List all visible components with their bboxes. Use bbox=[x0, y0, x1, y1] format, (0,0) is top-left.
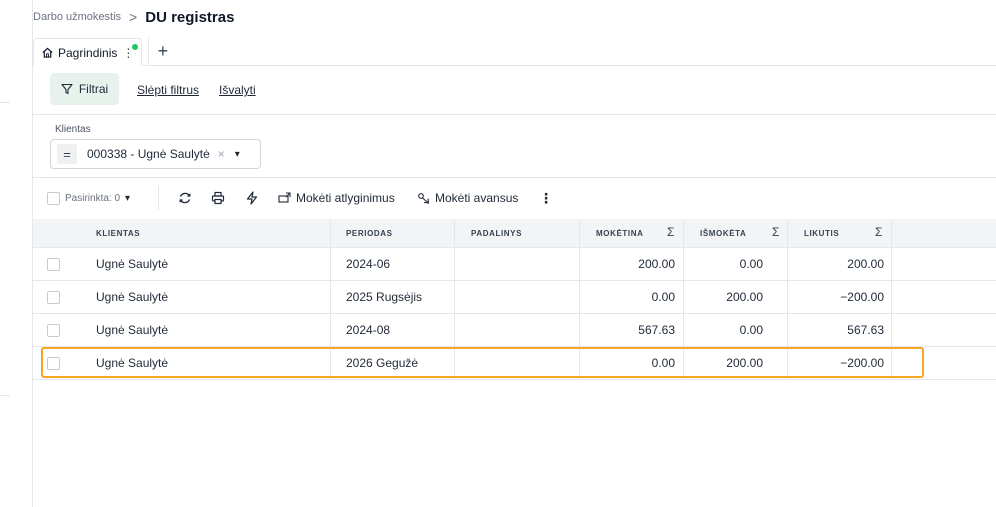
table-row[interactable]: Ugnė Saulytė 2026 Gegužė 0.00 200.00 −20… bbox=[33, 347, 996, 380]
sum-icon[interactable]: Σ bbox=[772, 225, 779, 239]
filter-bar: Filtrai Slėpti filtrus Išvalyti bbox=[33, 66, 996, 115]
table-row[interactable]: Ugnė Saulytė 2024-06 200.00 0.00 200.00 bbox=[33, 248, 996, 281]
cell-paid: 0.00 bbox=[739, 323, 763, 337]
selected-count: Pasirinkta: 0 bbox=[65, 192, 121, 204]
cell-payable: 0.00 bbox=[651, 356, 675, 370]
client-filter-field[interactable]: = 000338 - Ugnė Saulytė × ▾ bbox=[50, 139, 261, 169]
cell-payable: 567.63 bbox=[638, 323, 675, 337]
cell-client: Ugnė Saulytė bbox=[96, 257, 169, 271]
client-filter-label: Klientas bbox=[55, 124, 91, 135]
toolbar-divider bbox=[158, 186, 159, 210]
client-filter-value: 000338 - Ugnė Saulytė bbox=[87, 147, 210, 161]
select-all-checkbox[interactable] bbox=[47, 191, 60, 205]
cell-period: 2026 Gegužė bbox=[346, 356, 419, 370]
breadcrumb-separator: > bbox=[129, 9, 138, 25]
cell-balance: −200.00 bbox=[840, 290, 884, 304]
cell-paid: 0.00 bbox=[739, 257, 763, 271]
tab-status-dot bbox=[132, 44, 139, 50]
filters-button[interactable]: Filtrai bbox=[50, 73, 119, 105]
hide-filters-link[interactable]: Slėpti filtrus bbox=[137, 83, 199, 97]
tab-pagrindinis[interactable]: Pagrindinis ⋮ bbox=[33, 38, 143, 66]
breadcrumb-parent-link[interactable]: Darbo užmokestis bbox=[33, 11, 121, 23]
table-row[interactable]: Ugnė Saulytė 2024-08 567.63 0.00 567.63 bbox=[33, 314, 996, 347]
cell-client: Ugnė Saulytė bbox=[96, 323, 169, 337]
filters-button-label: Filtrai bbox=[78, 82, 109, 96]
print-button[interactable] bbox=[211, 186, 225, 210]
column-header-period[interactable]: PERIODAS bbox=[346, 219, 393, 247]
pay-advance-label: Mokėti avansus bbox=[435, 191, 519, 205]
quick-action-button[interactable] bbox=[245, 186, 259, 210]
cell-payable: 0.00 bbox=[651, 290, 675, 304]
clear-value-icon[interactable]: × bbox=[218, 147, 225, 161]
divider bbox=[33, 177, 996, 178]
pay-advance-button[interactable]: Mokėti avansus bbox=[417, 186, 518, 210]
cell-paid: 200.00 bbox=[726, 290, 763, 304]
tab-bar: Pagrindinis ⋮ + bbox=[33, 37, 996, 66]
column-header-paid[interactable]: IŠMOKĖTA bbox=[700, 219, 746, 247]
cell-period: 2025 Rugsėjis bbox=[346, 290, 423, 304]
app-page: Darbo užmokestis > DU registras Pagrindi… bbox=[0, 0, 996, 507]
cell-client: Ugnė Saulytė bbox=[96, 290, 169, 304]
printer-icon bbox=[211, 191, 225, 205]
select-all-dropdown[interactable]: Pasirinkta: 0 ▾ bbox=[47, 186, 130, 210]
cell-period: 2024-06 bbox=[346, 257, 391, 271]
chevron-down-icon: ▾ bbox=[125, 192, 131, 204]
chevron-down-icon[interactable]: ▾ bbox=[235, 149, 240, 160]
table-header: KLIENTAS PERIODAS PADALINYS MOKĖTINA Σ I… bbox=[33, 219, 996, 248]
operator-equals-button[interactable]: = bbox=[57, 144, 77, 164]
cell-balance: 567.63 bbox=[847, 323, 884, 337]
more-actions-icon[interactable]: ⋮ bbox=[539, 186, 553, 210]
column-header-payable[interactable]: MOKĖTINA bbox=[596, 219, 643, 247]
pay-salary-label: Mokėti atlyginimus bbox=[296, 191, 395, 205]
page-title: DU registras bbox=[145, 8, 235, 26]
sum-icon[interactable]: Σ bbox=[667, 225, 674, 239]
tab-label: Pagrindinis bbox=[58, 45, 118, 60]
row-checkbox[interactable] bbox=[47, 323, 60, 337]
refresh-button[interactable] bbox=[178, 186, 192, 210]
clear-filters-link[interactable]: Išvalyti bbox=[219, 83, 256, 97]
cell-balance: −200.00 bbox=[840, 356, 884, 370]
cell-paid: 200.00 bbox=[726, 356, 763, 370]
cell-client: Ugnė Saulytė bbox=[96, 356, 169, 370]
pay-salary-button[interactable]: Mokėti atlyginimus bbox=[278, 186, 395, 210]
sum-icon[interactable]: Σ bbox=[875, 225, 882, 239]
table-toolbar: Pasirinkta: 0 ▾ Mokėti atlyginimus Mokėt… bbox=[33, 186, 996, 210]
filter-icon bbox=[61, 83, 73, 95]
cell-payable: 200.00 bbox=[638, 257, 675, 271]
row-checkbox[interactable] bbox=[47, 356, 60, 370]
column-header-client[interactable]: KLIENTAS bbox=[96, 219, 140, 247]
row-checkbox[interactable] bbox=[47, 257, 60, 271]
row-checkbox[interactable] bbox=[47, 290, 60, 304]
cell-period: 2024-08 bbox=[346, 323, 391, 337]
payroll-table: KLIENTAS PERIODAS PADALINYS MOKĖTINA Σ I… bbox=[33, 219, 996, 380]
cell-balance: 200.00 bbox=[847, 257, 884, 271]
home-icon bbox=[42, 47, 53, 58]
column-header-balance[interactable]: LIKUTIS bbox=[804, 219, 839, 247]
breadcrumb: Darbo užmokestis > DU registras bbox=[33, 8, 234, 26]
table-row[interactable]: Ugnė Saulytė 2025 Rugsėjis 0.00 200.00 −… bbox=[33, 281, 996, 314]
column-header-unit[interactable]: PADALINYS bbox=[471, 219, 522, 247]
add-tab-button[interactable]: + bbox=[148, 37, 176, 65]
pay-icon bbox=[278, 192, 291, 203]
refresh-icon bbox=[179, 192, 191, 204]
advance-icon bbox=[418, 192, 430, 204]
left-rail bbox=[0, 0, 33, 507]
lightning-icon bbox=[246, 191, 258, 205]
